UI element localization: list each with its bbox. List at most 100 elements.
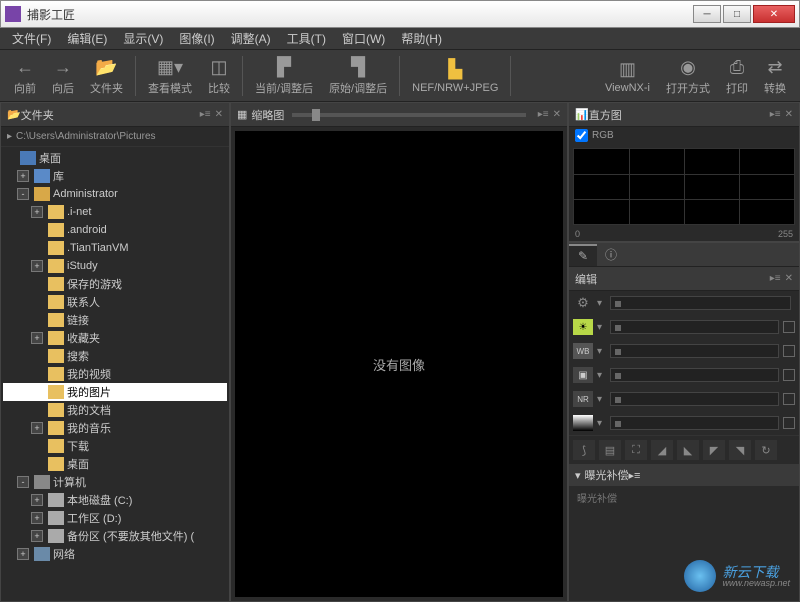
wb-slider[interactable] xyxy=(610,344,779,358)
tree-computer[interactable]: -计算机 xyxy=(3,473,227,491)
tone-icon[interactable] xyxy=(573,415,593,431)
tree-item[interactable]: 联系人 xyxy=(3,293,227,311)
tool-crop-icon[interactable]: ⛶ xyxy=(625,440,647,460)
picture-checkbox[interactable] xyxy=(783,369,795,381)
wb-icon[interactable]: WB xyxy=(573,343,593,359)
expander-icon[interactable]: - xyxy=(17,476,29,488)
tree-network[interactable]: +网络 xyxy=(3,545,227,563)
tool-levels-icon[interactable]: ▤ xyxy=(599,440,621,460)
panel-close-icon[interactable]: ✕ xyxy=(553,109,561,120)
tool-dust-icon[interactable]: ◥ xyxy=(729,440,751,460)
tree-admin[interactable]: -Administrator xyxy=(3,185,227,203)
expand-icon[interactable]: ▾ xyxy=(597,298,602,309)
panel-close-icon[interactable]: ✕ xyxy=(785,273,793,284)
tree-drive-c[interactable]: +本地磁盘 (C:) xyxy=(3,491,227,509)
exposure-comp-header[interactable]: ▾ 曝光补偿 ▸≡ xyxy=(569,464,799,486)
current-path[interactable]: C:\Users\Administrator\Pictures xyxy=(16,131,155,142)
folder-button[interactable]: 📂文件夹 xyxy=(82,52,131,100)
nr-icon[interactable]: NR xyxy=(573,391,593,407)
nr-slider[interactable] xyxy=(610,392,779,406)
picture-slider[interactable] xyxy=(610,368,779,382)
tree-pictures-selected[interactable]: 我的图片 xyxy=(3,383,227,401)
tree-library[interactable]: +库 xyxy=(3,167,227,185)
minimize-button[interactable]: ─ xyxy=(693,5,721,23)
expander-icon[interactable]: + xyxy=(31,422,43,434)
rgb-checkbox[interactable] xyxy=(575,129,588,142)
tree-item[interactable]: 我的文档 xyxy=(3,401,227,419)
expand-icon[interactable]: ▾ xyxy=(597,322,602,333)
nef-nrw-jpeg-button[interactable]: ▙NEF/NRW+JPEG xyxy=(404,52,506,100)
tree-desktop[interactable]: 桌面 xyxy=(3,149,227,167)
expand-icon[interactable]: ▾ xyxy=(597,418,602,429)
expander-icon[interactable]: + xyxy=(31,530,43,542)
expander-icon[interactable]: + xyxy=(31,206,43,218)
viewnx-button[interactable]: ▥ViewNX-i xyxy=(597,52,658,100)
tone-checkbox[interactable] xyxy=(783,417,795,429)
menu-image[interactable]: 图像(I) xyxy=(171,28,222,49)
tree-item[interactable]: .android xyxy=(3,221,227,239)
tree-item[interactable]: .TianTianVM xyxy=(3,239,227,257)
print-button[interactable]: ⎙打印 xyxy=(718,52,756,100)
expander-icon[interactable]: + xyxy=(31,332,43,344)
picture-control-icon[interactable]: ▣ xyxy=(573,367,593,383)
menu-edit[interactable]: 编辑(E) xyxy=(59,28,115,49)
tool-curves-icon[interactable]: ⟆ xyxy=(573,440,595,460)
expander-icon[interactable]: + xyxy=(31,512,43,524)
tree-item[interactable]: 下载 xyxy=(3,437,227,455)
menu-file[interactable]: 文件(F) xyxy=(4,28,59,49)
tree-item[interactable]: 保存的游戏 xyxy=(3,275,227,293)
close-button[interactable]: ✕ xyxy=(753,5,795,23)
panel-menu-icon[interactable]: ▸≡ xyxy=(629,469,641,482)
panel-close-icon[interactable]: ✕ xyxy=(215,109,223,120)
gear-icon[interactable]: ⚙ xyxy=(573,295,593,311)
settings-slider[interactable] xyxy=(610,296,791,310)
panel-menu-icon[interactable]: ▸≡ xyxy=(538,109,549,120)
tree-item[interactable]: 链接 xyxy=(3,311,227,329)
current-adjusted-button[interactable]: ▛当前/调整后 xyxy=(247,52,321,100)
expander-icon[interactable]: - xyxy=(17,188,29,200)
menu-view[interactable]: 显示(V) xyxy=(115,28,171,49)
wb-checkbox[interactable] xyxy=(783,345,795,357)
tree-item[interactable]: 搜索 xyxy=(3,347,227,365)
tree-drive-d[interactable]: +工作区 (D:) xyxy=(3,509,227,527)
compare-button[interactable]: ◫比较 xyxy=(200,52,238,100)
tool-sharpen-icon[interactable]: ◣ xyxy=(677,440,699,460)
expander-icon[interactable]: + xyxy=(17,170,29,182)
expand-icon[interactable]: ▾ xyxy=(597,394,602,405)
tree-item[interactable]: +.i-net xyxy=(3,203,227,221)
tab-edit[interactable]: ✎ xyxy=(569,244,597,266)
exposure-icon[interactable]: ☀ xyxy=(573,319,593,335)
nr-checkbox[interactable] xyxy=(783,393,795,405)
menu-tools[interactable]: 工具(T) xyxy=(279,28,334,49)
tree-item[interactable]: 我的视频 xyxy=(3,365,227,383)
nav-back-button[interactable]: ←向前 xyxy=(6,52,44,100)
tree-drive-backup[interactable]: +备份区 (不要放其他文件) ( xyxy=(3,527,227,545)
expander-icon[interactable]: + xyxy=(17,548,29,560)
panel-menu-icon[interactable]: ▸≡ xyxy=(770,273,781,284)
original-adjusted-button[interactable]: ▜原始/调整后 xyxy=(321,52,395,100)
tone-slider[interactable] xyxy=(610,416,779,430)
tree-item[interactable]: +我的音乐 xyxy=(3,419,227,437)
menu-help[interactable]: 帮助(H) xyxy=(393,28,450,49)
tool-straighten-icon[interactable]: ◢ xyxy=(651,440,673,460)
menu-adjust[interactable]: 调整(A) xyxy=(223,28,279,49)
viewmode-button[interactable]: ▦▾查看模式 xyxy=(140,52,200,100)
tool-clone-icon[interactable]: ◤ xyxy=(703,440,725,460)
menu-window[interactable]: 窗口(W) xyxy=(334,28,393,49)
exposure-slider[interactable] xyxy=(610,320,779,334)
expand-icon[interactable]: ▾ xyxy=(597,346,602,357)
tab-info[interactable]: ⓘ xyxy=(597,244,625,266)
tree-item[interactable]: +iStudy xyxy=(3,257,227,275)
panel-close-icon[interactable]: ✕ xyxy=(785,109,793,120)
panel-menu-icon[interactable]: ▸≡ xyxy=(770,109,781,120)
exposure-checkbox[interactable] xyxy=(783,321,795,333)
expand-icon[interactable]: ▾ xyxy=(597,370,602,381)
tree-item[interactable]: +收藏夹 xyxy=(3,329,227,347)
expander-icon[interactable]: + xyxy=(31,494,43,506)
maximize-button[interactable]: □ xyxy=(723,5,751,23)
thumbnail-size-slider[interactable] xyxy=(292,113,525,117)
tree-item[interactable]: 桌面 xyxy=(3,455,227,473)
expander-icon[interactable]: + xyxy=(31,260,43,272)
nav-forward-button[interactable]: →向后 xyxy=(44,52,82,100)
panel-menu-icon[interactable]: ▸≡ xyxy=(200,109,211,120)
